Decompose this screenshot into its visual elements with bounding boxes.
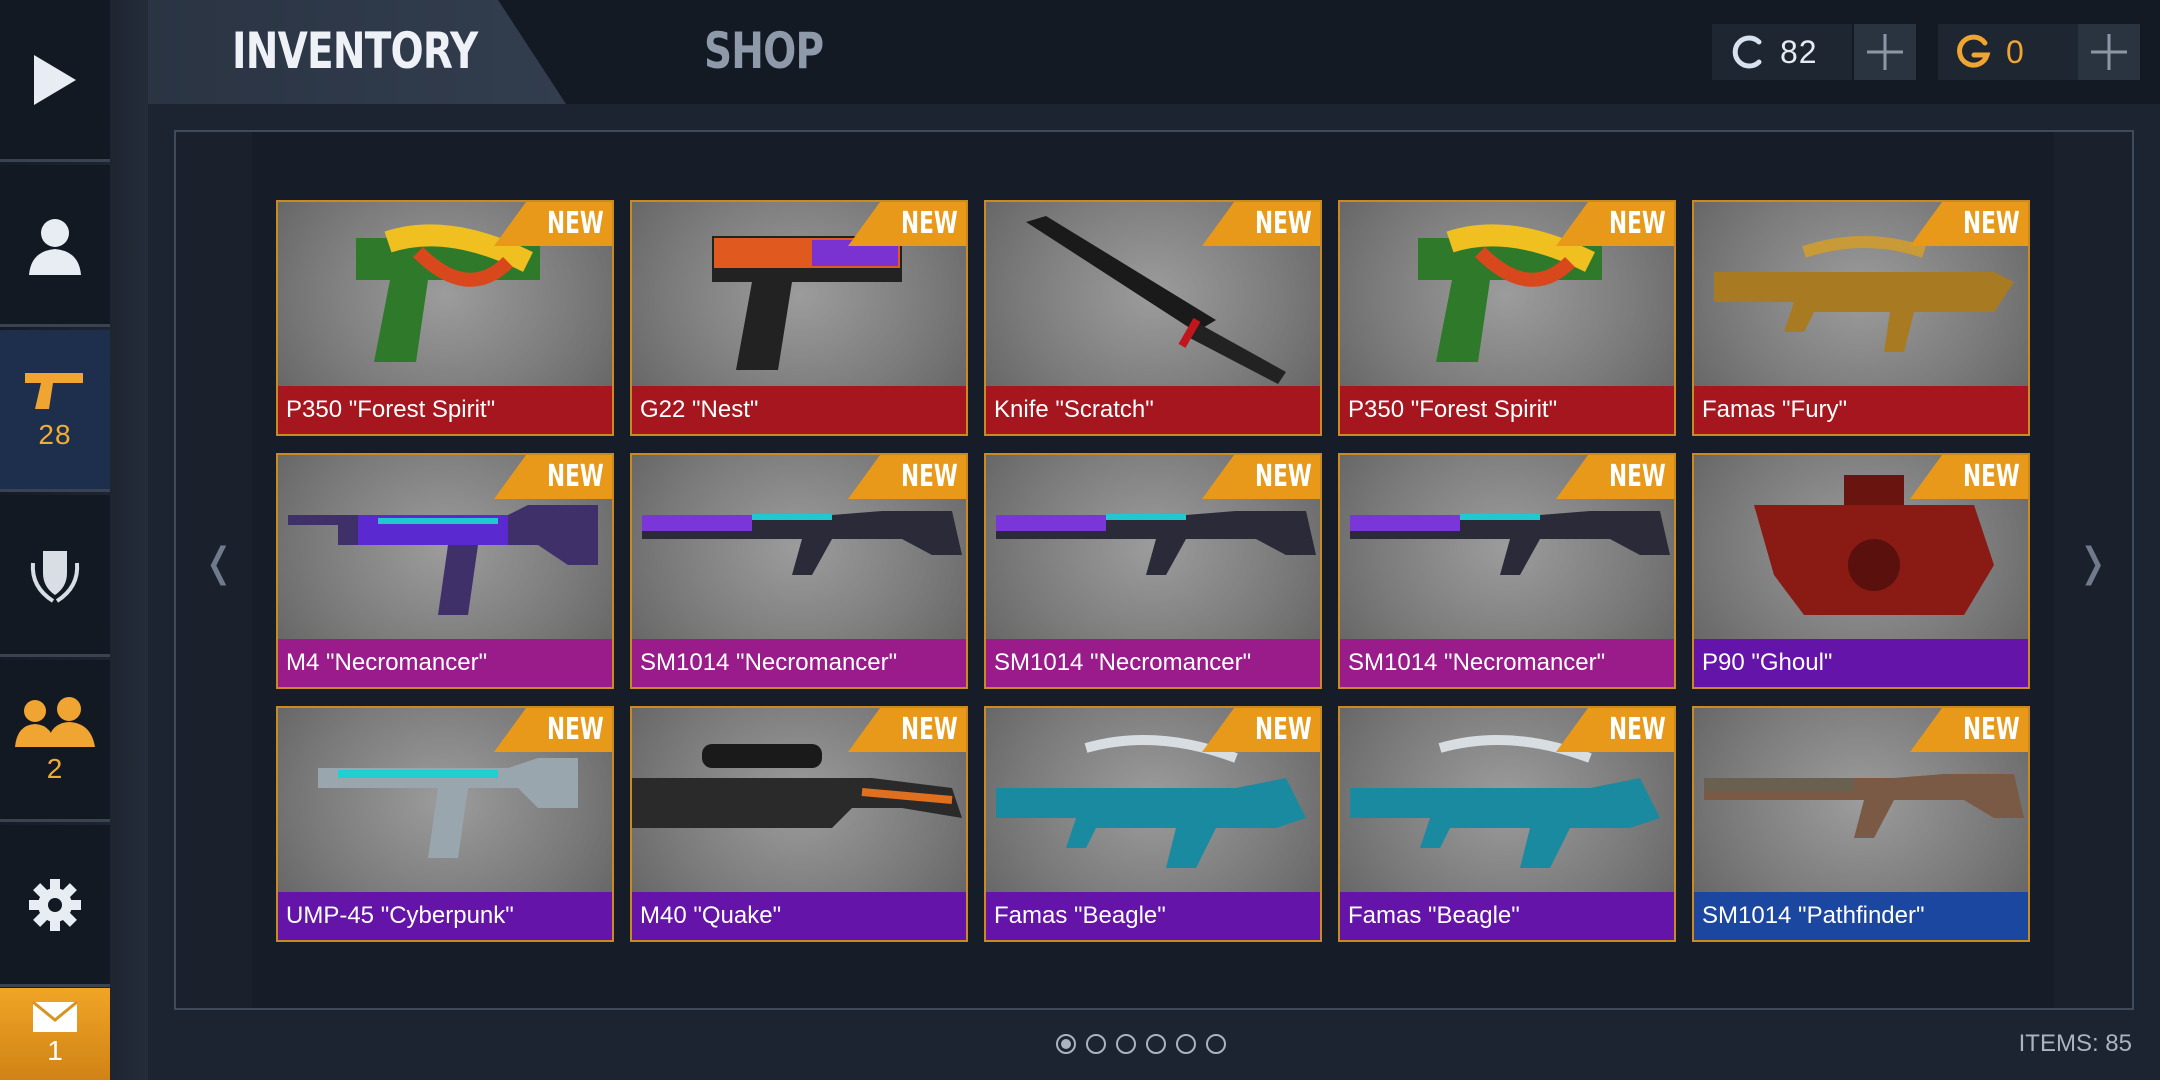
plus-icon <box>1867 34 1903 70</box>
prev-page-arrow[interactable]: ❬ <box>202 540 236 586</box>
page-dot[interactable] <box>1116 1034 1136 1054</box>
coin-c-icon <box>1732 35 1762 69</box>
item-name: P90 "Ghoul" <box>1694 639 2028 687</box>
new-badge-label: NEW <box>1963 712 2020 747</box>
inventory-item-card[interactable]: NEW P350 "Forest Spirit" <box>1338 200 1676 436</box>
inventory-item-card[interactable]: NEW Knife "Scratch" <box>984 200 1322 436</box>
page-dot[interactable] <box>1176 1034 1196 1054</box>
profile-icon <box>29 218 81 275</box>
sidebar: 28 2 1 <box>0 0 148 1080</box>
coins-value: 82 <box>1780 33 1818 70</box>
item-name: P350 "Forest Spirit" <box>278 386 612 434</box>
inventory-item-card[interactable]: NEW P350 "Forest Spirit" <box>276 200 614 436</box>
tab-inventory[interactable]: INVENTORY <box>148 0 566 104</box>
new-badge-label: NEW <box>1609 459 1666 494</box>
item-name: SM1014 "Necromancer" <box>986 639 1320 687</box>
new-badge-label: NEW <box>901 712 958 747</box>
item-name: Knife "Scratch" <box>986 386 1320 434</box>
new-badge-label: NEW <box>1255 459 1312 494</box>
new-badge-label: NEW <box>901 206 958 241</box>
inventory-item-card[interactable]: NEW Famas "Beagle" <box>984 706 1322 942</box>
new-badge-label: NEW <box>547 206 604 241</box>
sidebar-item-friends[interactable]: 2 <box>0 660 110 822</box>
item-name: UMP-45 "Cyberpunk" <box>278 892 612 940</box>
page-dot[interactable] <box>1086 1034 1106 1054</box>
inventory-item-card[interactable]: NEW UMP-45 "Cyberpunk" <box>276 706 614 942</box>
plus-icon <box>2091 34 2127 70</box>
page-dot[interactable] <box>1206 1034 1226 1054</box>
inventory-item-card[interactable]: NEW SM1014 "Necromancer" <box>630 453 968 689</box>
inventory-item-card[interactable]: NEW G22 "Nest" <box>630 200 968 436</box>
tab-shop[interactable]: SHOP <box>704 22 824 80</box>
item-name: SM1014 "Necromancer" <box>632 639 966 687</box>
item-name: G22 "Nest" <box>632 386 966 434</box>
page-dots <box>1056 1034 1226 1054</box>
item-name: M40 "Quake" <box>632 892 966 940</box>
inventory-item-card[interactable]: NEW SM1014 "Necromancer" <box>984 453 1322 689</box>
items-count: ITEMS: 85 <box>2018 1030 2132 1057</box>
item-name: SM1014 "Necromancer" <box>1340 639 1674 687</box>
play-icon <box>34 54 76 105</box>
friends-icon <box>15 696 95 747</box>
inventory-item-card[interactable]: NEW P90 "Ghoul" <box>1692 453 2030 689</box>
next-page-arrow[interactable]: ❭ <box>2076 540 2110 586</box>
new-badge-label: NEW <box>1609 206 1666 241</box>
page-dot[interactable] <box>1056 1034 1076 1054</box>
tab-inventory-label: INVENTORY <box>232 22 478 80</box>
mail-button[interactable]: 1 <box>0 988 110 1080</box>
new-badge-label: NEW <box>1609 712 1666 747</box>
inventory-item-card[interactable]: NEW Famas "Beagle" <box>1338 706 1676 942</box>
sidebar-item-settings[interactable] <box>0 825 110 987</box>
new-badge-label: NEW <box>547 459 604 494</box>
sidebar-item-clan[interactable] <box>0 495 110 657</box>
inventory-item-card[interactable]: NEW M40 "Quake" <box>630 706 968 942</box>
friends-count: 2 <box>46 752 64 784</box>
item-name: Famas "Beagle" <box>1340 892 1674 940</box>
gold-display: 0 <box>1938 24 2078 80</box>
item-name: SM1014 "Pathfinder" <box>1694 892 2028 940</box>
inventory-item-card[interactable]: NEW SM1014 "Necromancer" <box>1338 453 1676 689</box>
new-badge-label: NEW <box>1255 712 1312 747</box>
sidebar-item-play[interactable] <box>0 0 110 162</box>
item-name: M4 "Necromancer" <box>278 639 612 687</box>
shield-laurel-icon <box>30 550 80 603</box>
mail-icon <box>32 1001 78 1032</box>
pistol-icon <box>25 372 83 409</box>
new-badge-label: NEW <box>547 712 604 747</box>
inventory-count: 28 <box>38 418 72 450</box>
mail-count: 1 <box>47 1035 63 1066</box>
gear-icon <box>29 878 81 931</box>
page-dot[interactable] <box>1146 1034 1166 1054</box>
item-name: P350 "Forest Spirit" <box>1340 386 1674 434</box>
coins-display: 82 <box>1712 24 1852 80</box>
gold-g-icon <box>1957 34 1991 68</box>
inventory-item-card[interactable]: NEW SM1014 "Pathfinder" <box>1692 706 2030 942</box>
inventory-item-card[interactable]: NEW Famas "Fury" <box>1692 200 2030 436</box>
new-badge-label: NEW <box>1255 206 1312 241</box>
item-name: Famas "Fury" <box>1694 386 2028 434</box>
inventory-grid: NEW P350 "Forest Spirit" NEW G22 "Nest" NEW K… <box>276 200 2032 942</box>
item-name: Famas "Beagle" <box>986 892 1320 940</box>
add-gold-button[interactable] <box>2078 24 2140 80</box>
sidebar-item-inventory[interactable]: 28 <box>0 330 110 492</box>
add-coins-button[interactable] <box>1854 24 1916 80</box>
inventory-item-card[interactable]: NEW M4 "Necromancer" <box>276 453 614 689</box>
gold-value: 0 <box>2006 33 2025 70</box>
new-badge-label: NEW <box>901 459 958 494</box>
new-badge-label: NEW <box>1963 206 2020 241</box>
new-badge-label: NEW <box>1963 459 2020 494</box>
sidebar-item-profile[interactable] <box>0 165 110 327</box>
